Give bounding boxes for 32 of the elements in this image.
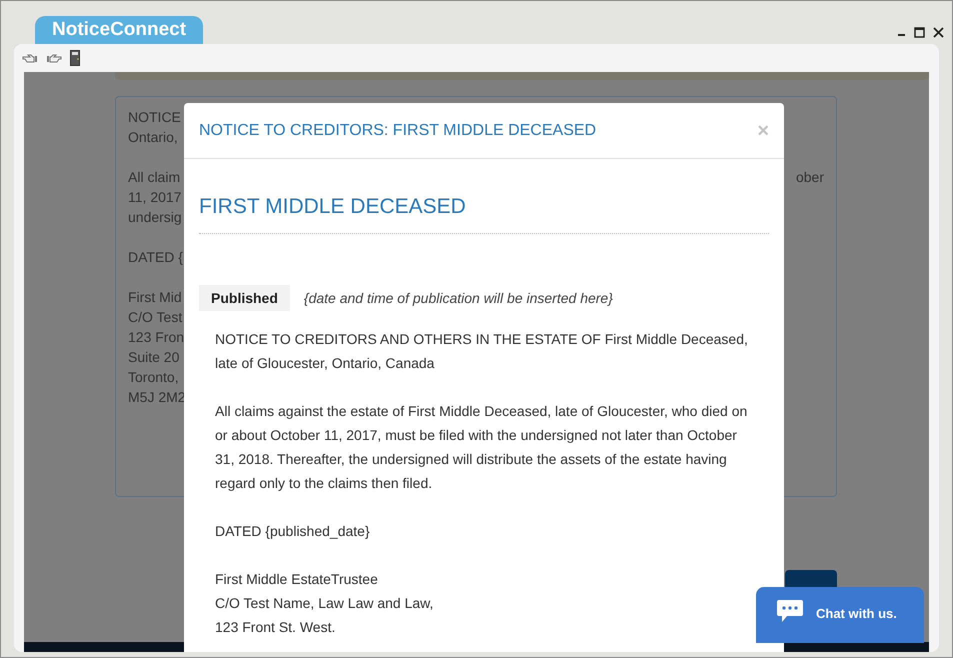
- notice-text: NOTICE: [128, 108, 182, 127]
- hand-left-icon[interactable]: [22, 53, 38, 63]
- notice-text: Toronto,: [128, 368, 180, 387]
- maximize-icon[interactable]: [914, 27, 925, 38]
- notice-paragraph: First Middle EstateTrustee: [215, 570, 379, 589]
- published-label: Published: [199, 285, 290, 311]
- notice-paragraph: C/O Test Name, Law Law and Law,: [215, 594, 434, 613]
- close-icon[interactable]: [933, 27, 944, 38]
- notice-text: ober: [796, 168, 824, 187]
- notice-text: 11, 2017: [128, 188, 182, 207]
- chat-bubble-icon: [776, 599, 804, 623]
- notice-text: M5J 2M2: [128, 388, 186, 407]
- modal-title: NOTICE TO CREDITORS: FIRST MIDDLE DECEASED: [199, 120, 596, 140]
- door-icon[interactable]: [70, 50, 80, 66]
- notice-paragraph: NOTICE TO CREDITORS AND OTHERS IN THE ESTATE OF First Middle Deceased, late of Gloucester, Ontario, Canada: [215, 330, 749, 373]
- notice-paragraph: All claims against the estate of First Middle Deceased, late of Gloucester, who died on or about October 11, 2017, must be filed with the undersigned not later than October 31, 2018. Thereafter, the undersigned will distribute the assets of the estate having regard only to the claims then filed.: [215, 402, 748, 493]
- hand-right-icon[interactable]: [46, 53, 62, 63]
- publication-date-note: {date and time of publication will be inserted here}: [304, 288, 613, 308]
- notice-heading: FIRST MIDDLE DECEASED: [199, 194, 467, 220]
- notice-text: undersig: [128, 208, 183, 227]
- app-tab[interactable]: NoticeConnect: [35, 16, 204, 44]
- notice-text: DATED {: [128, 248, 184, 267]
- notice-paragraph: 123 Front St. West.: [215, 618, 336, 637]
- notice-text: First Mid: [128, 288, 183, 307]
- notice-text: Ontario,: [128, 128, 179, 147]
- notice-text: 123 Fron: [128, 328, 186, 347]
- notice-paragraph: DATED {published_date}: [215, 522, 371, 541]
- chat-button[interactable]: Chat with us.: [756, 587, 924, 643]
- notice-text: All claim: [128, 168, 182, 187]
- notice-text: C/O Test: [128, 308, 184, 327]
- close-button[interactable]: ×: [757, 120, 769, 140]
- notice-text: Suite 20: [128, 348, 180, 367]
